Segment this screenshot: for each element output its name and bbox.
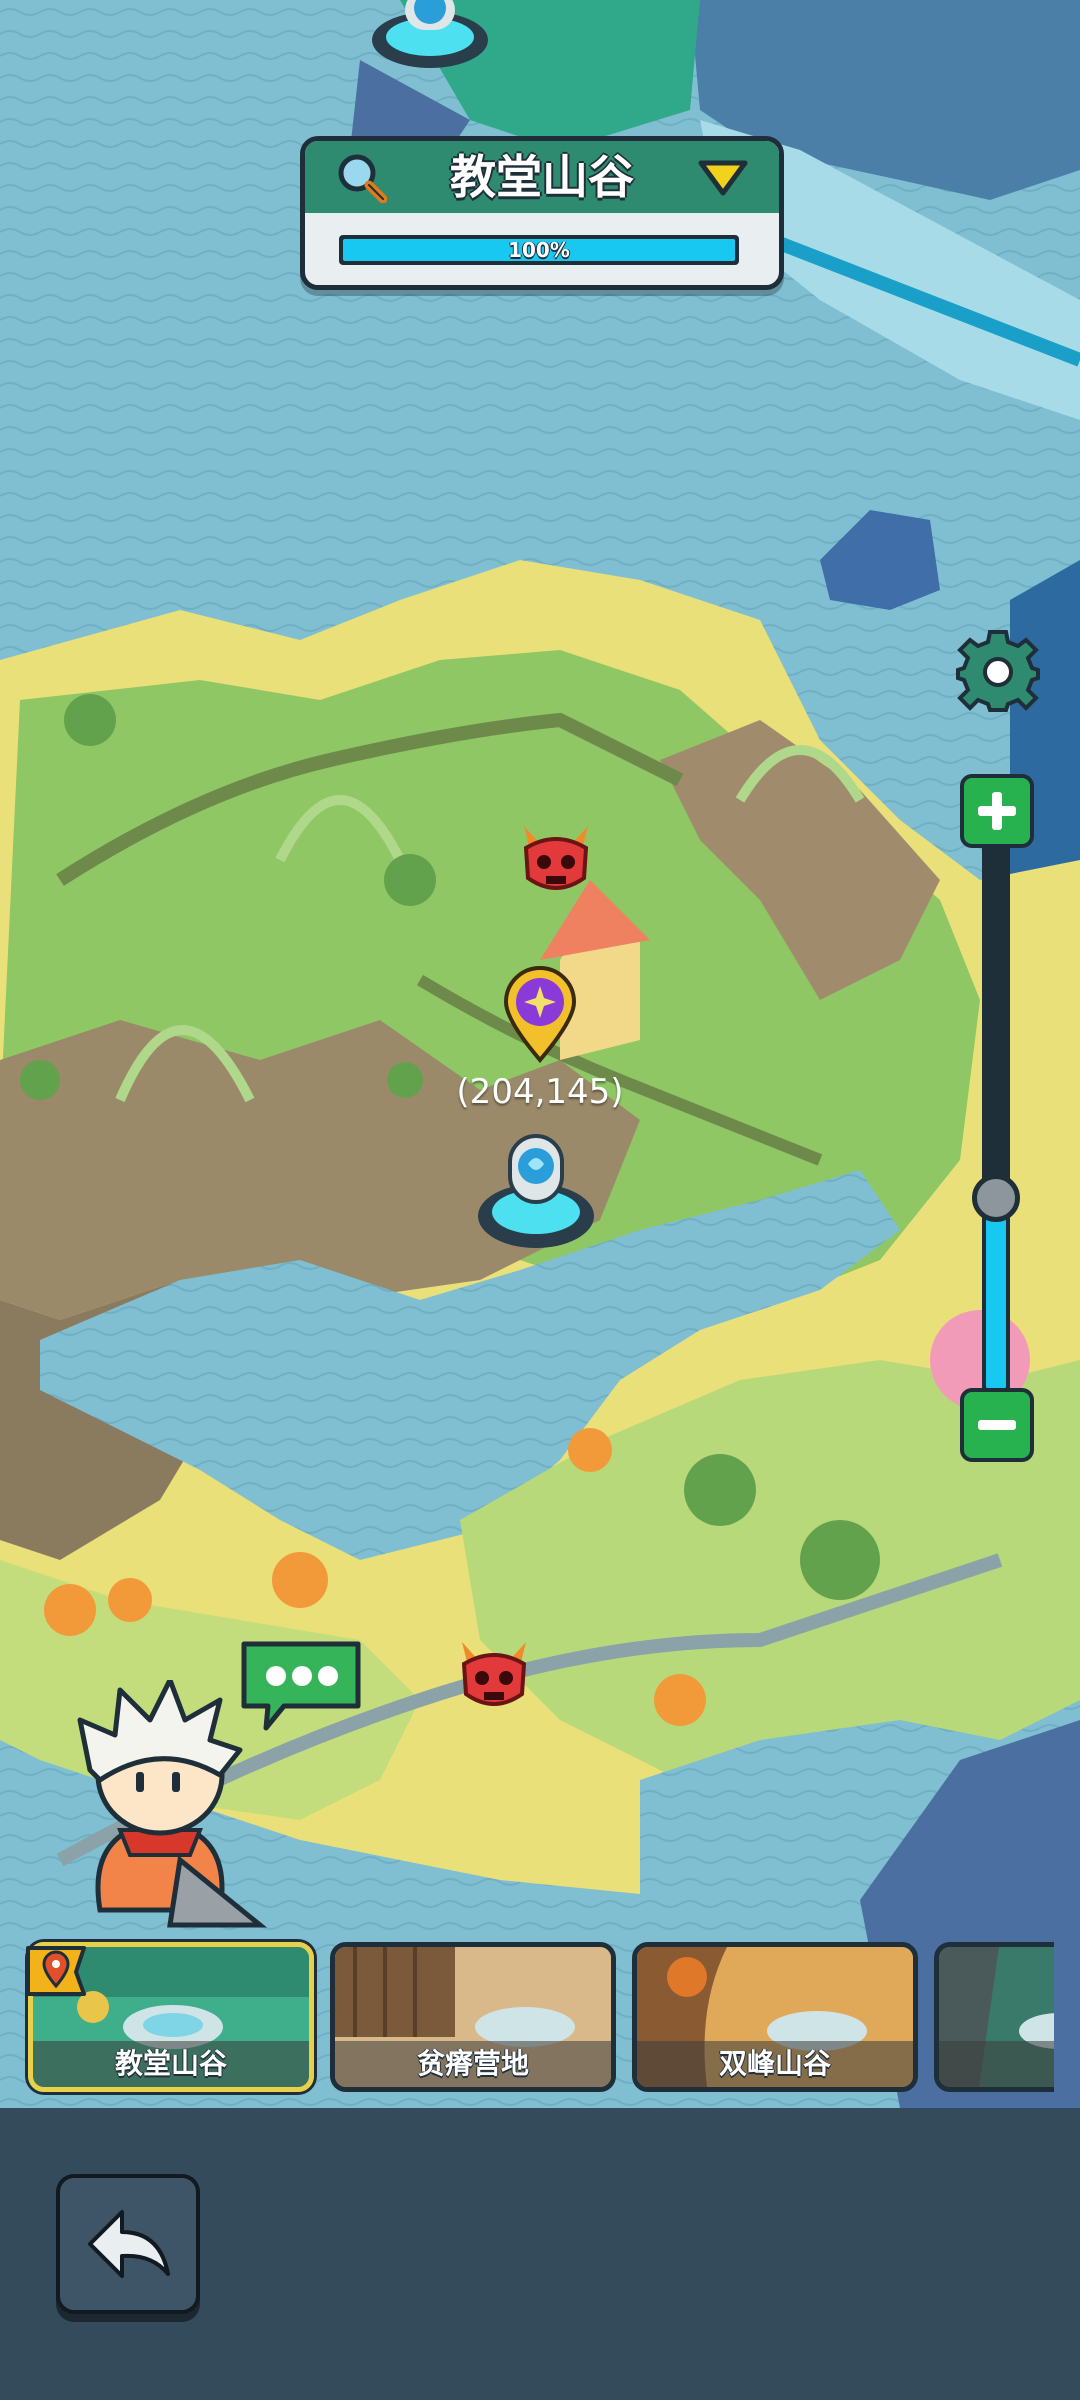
minus-icon bbox=[978, 1420, 1016, 1430]
region-card-label: 双峰山谷 bbox=[637, 2041, 913, 2087]
plus-icon-vertical bbox=[992, 792, 1002, 830]
hero-character[interactable] bbox=[60, 1680, 280, 1930]
region-card-label: 教堂山谷 bbox=[33, 2041, 309, 2087]
enemy-demon-icon-2[interactable] bbox=[454, 1636, 534, 1716]
exploration-progress-bar: 100% bbox=[339, 235, 739, 265]
region-card-3[interactable]: 双峰山谷 bbox=[632, 1942, 918, 2092]
region-card-4[interactable]: 污染 bbox=[934, 1942, 1054, 2092]
zoom-slider-track[interactable] bbox=[982, 836, 1010, 1396]
map-coordinates: (204,145) bbox=[456, 1072, 624, 1112]
region-card-strip[interactable]: 教堂山谷 贫瘠营地 双峰山谷 污染 bbox=[0, 1936, 1054, 2096]
zoom-in-button[interactable] bbox=[960, 774, 1034, 848]
region-card-label: 污染 bbox=[939, 2041, 1054, 2087]
region-card-label: 贫瘠营地 bbox=[335, 2041, 611, 2087]
gear-icon[interactable] bbox=[956, 628, 1040, 712]
enemy-demon-icon[interactable] bbox=[516, 820, 596, 900]
teleport-portal-top[interactable] bbox=[365, 0, 495, 80]
zoom-out-button[interactable] bbox=[960, 1388, 1034, 1462]
progress-text: 100% bbox=[508, 238, 570, 262]
region-panel[interactable]: 教堂山谷 100% bbox=[300, 136, 784, 290]
zoom-slider-fill bbox=[986, 1198, 1006, 1390]
teleport-portal[interactable] bbox=[474, 1130, 598, 1260]
world-map[interactable]: (204,145) bbox=[0, 0, 1080, 2108]
return-arrow-icon bbox=[88, 2210, 170, 2278]
region-card-2[interactable]: 贫瘠营地 bbox=[330, 1942, 616, 2092]
triangle-down-icon[interactable] bbox=[697, 157, 749, 197]
current-location-flag-icon bbox=[26, 1946, 86, 1996]
zoom-slider-handle[interactable] bbox=[972, 1174, 1020, 1222]
back-button[interactable] bbox=[56, 2174, 200, 2314]
location-pin-icon[interactable] bbox=[500, 964, 580, 1064]
